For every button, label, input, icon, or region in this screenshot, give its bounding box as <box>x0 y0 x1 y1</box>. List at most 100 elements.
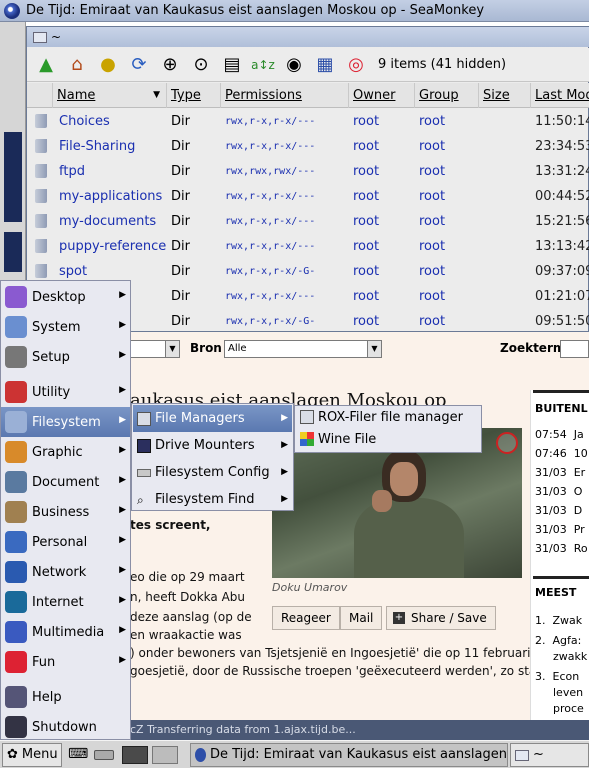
file-name: Choices <box>59 114 110 129</box>
chevron-right-icon: ▶ <box>281 413 288 423</box>
popular-item[interactable]: 2. Agfa: <box>535 634 581 647</box>
desktop-pager-2[interactable] <box>152 746 178 764</box>
file-row[interactable]: ftpd Dir rwx,rwx,rwx/--- root root 13:31:24 <box>27 159 589 184</box>
submenu-item-file-managers[interactable]: File Managers ▶ <box>133 405 292 432</box>
photo-figure-face <box>390 462 418 496</box>
bron-select[interactable]: Alle ▼ <box>224 340 382 358</box>
sort-icon[interactable]: a↕z <box>250 52 276 78</box>
sidebar-header: MEEST <box>535 586 577 599</box>
sidebar-news-item[interactable]: 07:54 Ja <box>535 428 584 441</box>
setup-icon <box>5 346 27 368</box>
terminal-launcher-icon[interactable]: ⌨ <box>68 746 88 762</box>
menu-item-system[interactable]: System ▶ <box>1 312 130 342</box>
home-icon[interactable]: ⌂ <box>64 52 90 78</box>
menu-item-internet[interactable]: Internet ▶ <box>1 587 130 617</box>
menu-item-document[interactable]: Document ▶ <box>1 467 130 497</box>
menu-item-label: Shutdown <box>32 719 97 735</box>
drive-launcher-icon[interactable] <box>94 750 114 760</box>
taskbar-window-browser[interactable]: De Tijd: Emiraat van Kaukasus eist aansl… <box>190 743 508 767</box>
menu-item-personal[interactable]: Personal ▶ <box>1 527 130 557</box>
puppy-icon: ✿ <box>7 747 18 762</box>
popular-item-cont[interactable]: zwakk <box>553 650 587 663</box>
menu-item-label: Setup <box>32 349 70 365</box>
file-row[interactable]: my-applications Dir rwx,r-x,r-x/--- root roo… <box>27 184 589 209</box>
rox-filer-icon <box>300 410 314 424</box>
sidebar-news-item[interactable]: 31/03 Ro <box>535 542 588 555</box>
file-group: root <box>419 239 446 254</box>
zoom-in-icon[interactable]: ⊕ <box>157 52 183 78</box>
popular-item[interactable]: 1. Zwak <box>535 614 582 627</box>
menu-item-multimedia[interactable]: Multimedia ▶ <box>1 617 130 647</box>
taskbar-window-rox[interactable]: ~ <box>510 743 589 767</box>
zoekterm-input[interactable] <box>560 340 589 358</box>
menu-item-business[interactable]: Business ▶ <box>1 497 130 527</box>
news-text: Pr <box>573 523 585 536</box>
column-header-permissions[interactable]: Permissions <box>221 83 349 108</box>
column-header-name[interactable]: Name ▼ <box>53 83 167 108</box>
menu-item-utility[interactable]: Utility ▶ <box>1 377 130 407</box>
column-header-group[interactable]: Group <box>415 83 479 108</box>
submenu-item-filesystem-config[interactable]: Filesystem Config ▶ <box>133 459 292 486</box>
file-time: 09:37:09 <box>535 264 589 279</box>
internet-icon <box>5 591 27 613</box>
column-header-lastmod[interactable]: Last Mod <box>531 83 589 108</box>
menu-item-setup[interactable]: Setup ▶ <box>1 342 130 372</box>
file-owner: root <box>353 114 380 129</box>
menu-item-network[interactable]: Network ▶ <box>1 557 130 587</box>
submenu-item-filesystem-find[interactable]: ⌕ Filesystem Find ▶ <box>133 486 292 513</box>
file-row[interactable]: puppy-reference Dir rwx,r-x,r-x/--- root roo… <box>27 234 589 259</box>
folder-icon <box>35 214 47 228</box>
folder-icon <box>35 189 47 203</box>
column-header-type[interactable]: Type <box>167 83 221 108</box>
chevron-right-icon: ▶ <box>119 350 126 360</box>
popular-item-cont[interactable]: leven <box>553 686 583 699</box>
zoom-fit-icon[interactable]: ⊙ <box>188 52 214 78</box>
file-perm: rwx,r-x,r-x/--- <box>225 241 316 252</box>
reageer-button[interactable]: Reageer <box>272 606 340 630</box>
popular-item[interactable]: 3. Econ <box>535 670 579 683</box>
submenu-item-drive-mounters[interactable]: Drive Mounters ▶ <box>133 432 292 459</box>
popular-rank: 3. <box>535 670 546 683</box>
menu-item-help[interactable]: Help <box>1 682 130 712</box>
file-row[interactable]: Choices Dir rwx,r-x,r-x/--- root root 11:50:1… <box>27 109 589 134</box>
submenu-item-rox-filer[interactable]: ROX-Filer file manager <box>296 406 480 428</box>
file-type: Dir <box>171 239 190 254</box>
sidebar-news-item[interactable]: 31/03 Pr <box>535 523 585 536</box>
popular-item-cont[interactable]: proce <box>553 702 584 715</box>
details-view-icon[interactable]: ▤ <box>219 52 245 78</box>
file-row[interactable]: File-Sharing Dir rwx,r-x,r-x/--- root root 23… <box>27 134 589 159</box>
rox-titlebar[interactable]: ~ <box>27 27 589 47</box>
refresh-icon[interactable]: ⟳ <box>126 52 152 78</box>
column-header-owner[interactable]: Owner <box>349 83 415 108</box>
start-menu-button[interactable]: ✿ Menu <box>2 743 62 767</box>
menu-item-graphic[interactable]: Graphic ▶ <box>1 437 130 467</box>
sidebar-news-item[interactable]: 31/03 D <box>535 504 582 517</box>
sidebar-news-item[interactable]: 07:46 10 <box>535 447 588 460</box>
sidebar-news-item[interactable]: 31/03 O <box>535 485 582 498</box>
menu-item-shutdown[interactable]: Shutdown <box>1 712 130 742</box>
file-owner: root <box>353 289 380 304</box>
show-hidden-eye-icon[interactable]: ◉ <box>281 52 307 78</box>
select-all-icon[interactable]: ▦ <box>312 52 338 78</box>
file-managers-submenu: ROX-Filer file manager Wine File <box>294 405 482 453</box>
browser-titlebar[interactable]: De Tijd: Emiraat van Kaukasus eist aansl… <box>0 0 589 22</box>
file-row[interactable]: my-documents Dir rwx,r-x,r-x/--- root root 15… <box>27 209 589 234</box>
sidebar-news-item[interactable]: 31/03 Er <box>535 466 585 479</box>
news-time: 07:46 <box>535 447 567 460</box>
menu-item-filesystem[interactable]: Filesystem ▶ <box>1 407 130 437</box>
file-time: 00:44:52 <box>535 189 589 204</box>
chevron-right-icon: ▶ <box>119 290 126 300</box>
bookmarks-icon[interactable]: ● <box>95 52 121 78</box>
drive-icon <box>137 438 151 453</box>
up-arrow-icon[interactable]: ▲ <box>33 52 59 78</box>
help-lifebuoy-icon[interactable]: ◎ <box>343 52 369 78</box>
menu-item-fun[interactable]: Fun ▶ <box>1 647 130 677</box>
article-text-line: deze aanslag (op de <box>130 610 252 624</box>
mail-button[interactable]: Mail <box>340 606 383 630</box>
menu-item-desktop[interactable]: Desktop ▶ <box>1 282 130 312</box>
submenu-item-wine-file[interactable]: Wine File <box>296 428 480 450</box>
desktop-pager-1[interactable] <box>122 746 148 764</box>
column-header-size[interactable]: Size <box>479 83 531 108</box>
category-select[interactable]: ▼ <box>130 340 180 358</box>
share-save-button[interactable]: + Share / Save <box>386 606 496 630</box>
